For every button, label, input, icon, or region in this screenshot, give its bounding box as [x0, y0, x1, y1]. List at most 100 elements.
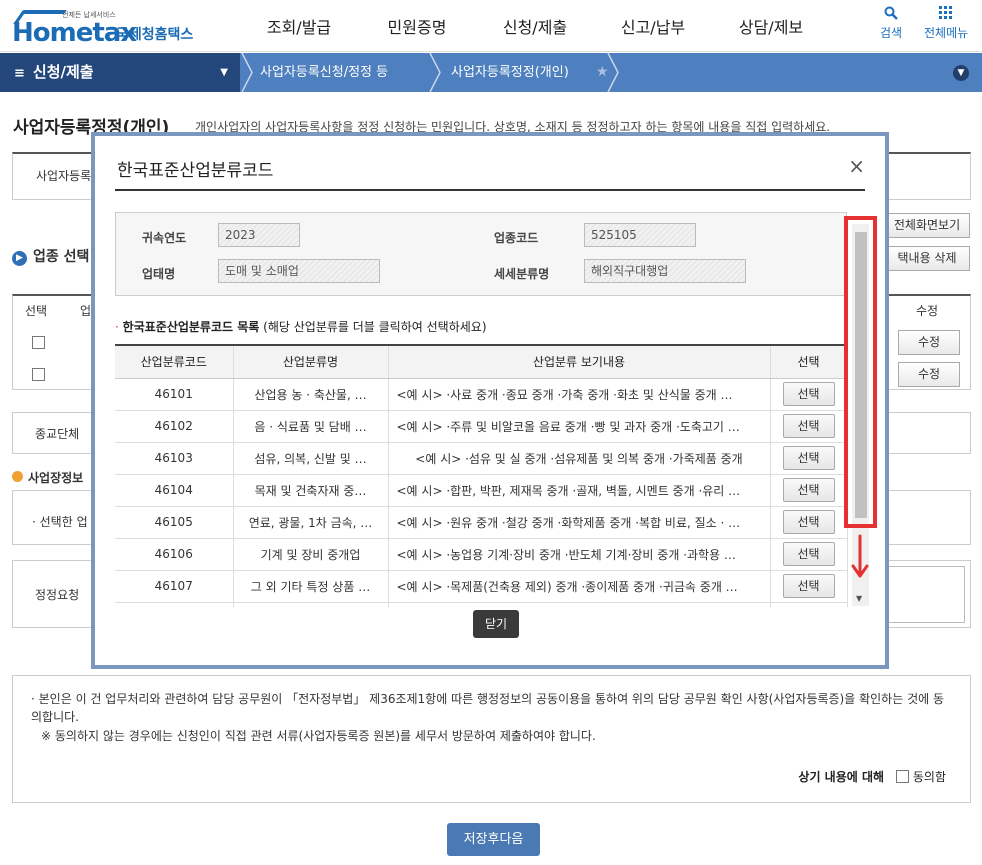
code-cell: 46103 — [115, 442, 234, 475]
all-menu-label: 전체메뉴 — [924, 26, 969, 40]
full-screen-button[interactable]: 전체화면보기 — [884, 213, 970, 238]
year-field: 2023 — [218, 223, 300, 247]
detail-cell: <예 시> ·농업용 기계·장비 중개 ·반도체 기계·장비 중개 ·과학용 … — [388, 538, 771, 571]
request-label: 정정요청 — [35, 588, 80, 602]
request-textarea[interactable] — [880, 566, 965, 623]
hometax-logo[interactable]: 언제든 납세서비스 Hometax 국세청홈택스 — [12, 6, 197, 48]
select-button[interactable]: 선택 — [782, 478, 835, 502]
row-checkbox[interactable] — [32, 368, 45, 381]
top-header: 언제든 납세서비스 Hometax 국세청홈택스 조회/발급 민원증명 신청/제… — [0, 0, 982, 52]
consent-text: · 본인은 이 건 업무처리와 관련하여 담당 공무원이 「전자정부법」 제36… — [31, 690, 951, 726]
select-button[interactable]: 선택 — [782, 510, 835, 534]
delete-selected-button[interactable]: 택내용 삭제 — [884, 246, 970, 271]
logo-agency-name: 국세청홈택스 — [116, 27, 194, 43]
code-list-title: · 한국표준산업분류코드 목록 (해당 산업분류를 더블 클릭하여 선택하세요) — [115, 318, 487, 335]
name-cell: 산업용 농 · 축산물, … — [233, 378, 389, 411]
menu-list-icon: ≡ — [14, 66, 25, 81]
industry-code-field: 525105 — [584, 223, 696, 247]
site-info-label: 사업장정보 — [28, 471, 84, 485]
name-cell: 기계 및 장비 중개업 — [233, 538, 389, 571]
code-list-title-note: (해당 산업분류를 더블 클릭하여 선택하세요) — [263, 320, 487, 334]
consent-bullet: · — [31, 692, 39, 706]
table-row[interactable]: 46106 기계 및 장비 중개업 <예 시> ·농업용 기계·장비 중개 ·반도체… — [115, 538, 848, 571]
edit-button[interactable]: 수정 — [898, 330, 960, 355]
modal-close-button[interactable]: 닫기 — [473, 610, 519, 638]
consent-statement: 본인은 이 건 업무처리와 관련하여 담당 공무원이 「전자정부법」 제36조제… — [31, 692, 945, 724]
detail-class-field: 해외직구대행업 — [584, 259, 746, 283]
code-cell: 46102 — [115, 410, 234, 443]
name-cell: 연료, 광물, 1차 금속, … — [233, 506, 389, 539]
modal-title-divider — [115, 189, 865, 191]
table-row[interactable]: 46101 산업용 농 · 축산물, … <예 시> ·사료 중개 ·종묘 중개 ·… — [115, 378, 848, 411]
search-icon — [880, 6, 902, 24]
table-row[interactable]: 46102 음 · 식료품 및 담배 … <예 시> ·주류 및 비알코올 음료 중… — [115, 410, 848, 443]
gnb-item-filing[interactable]: 신고/납부 — [594, 0, 712, 52]
save-next-button[interactable]: 저장후다음 — [447, 823, 540, 856]
name-cell: 그 외 기타 특정 상품 … — [233, 570, 389, 603]
gnb-item-inquiry[interactable]: 조회/발급 — [240, 0, 358, 52]
name-cell: 음 · 식료품 및 담배 … — [233, 410, 389, 443]
gnb-item-application[interactable]: 신청/제출 — [476, 0, 594, 52]
gnb-item-certificate[interactable]: 민원증명 — [358, 0, 476, 52]
select-button[interactable]: 선택 — [782, 414, 835, 438]
arrow-circle-icon: ▶ — [12, 251, 27, 266]
edit-button[interactable]: 수정 — [898, 362, 960, 387]
code-cell: 46107 — [115, 570, 234, 603]
select-button[interactable]: 선택 — [782, 446, 835, 470]
breadcrumb-level-2[interactable]: 사업자등록정정(개인) — [451, 53, 569, 92]
scroll-down-arrow-icon[interactable]: ▼ — [856, 594, 862, 603]
column-edit: 수정 — [916, 304, 939, 318]
table-header-row: 산업분류코드 산업분류명 산업분류 보기내용 선택 — [115, 344, 848, 379]
selected-industry-label: 선택한 업 — [39, 515, 88, 529]
bullet-circle-icon — [12, 471, 23, 482]
consent-agree-label[interactable]: 동의함 — [913, 770, 946, 784]
modal-scroll-area[interactable]: 귀속연도 2023 업종코드 525105 업태명 도매 및 소매업 세세분류명… — [115, 204, 870, 607]
consent-section: · 본인은 이 건 업무처리와 관련하여 담당 공무원이 「전자정부법」 제36… — [12, 675, 971, 803]
chevron-down-icon[interactable]: ▼ — [953, 65, 969, 81]
column-select: 선택 — [25, 304, 48, 318]
detail-cell: <예 시> ·주류 및 비알코올 음료 중개 ·빵 및 과자 중개 ·도축고기 … — [388, 410, 771, 443]
business-type-field: 도매 및 소매업 — [218, 259, 380, 283]
column-code: 산업분류코드 — [115, 344, 234, 379]
row-checkbox[interactable] — [32, 336, 45, 349]
selected-industry-text: · 선택한 업 — [32, 515, 88, 529]
column-name: 산업분류명 — [233, 344, 389, 379]
site-info-heading: 사업장정보 — [12, 469, 83, 486]
modal-title: 한국표준산업분류코드 — [117, 161, 274, 181]
select-button[interactable]: 선택 — [782, 574, 835, 598]
consent-agree-row: 상기 내용에 대해 동의함 — [798, 768, 946, 785]
search-label: 검색 — [880, 26, 903, 40]
close-icon[interactable]: × — [848, 154, 865, 178]
industry-code-table: 산업분류코드 산업분류명 산업분류 보기내용 선택 46101 산업용 농 · 축… — [115, 344, 848, 607]
grid-menu-icon — [924, 6, 968, 24]
religious-group-label: 종교단체 — [35, 427, 80, 441]
breadcrumb-level-1[interactable]: 사업자등록신청/정정 등 — [260, 53, 388, 92]
table-row[interactable]: 46103 섬유, 의복, 신발 및 … <예 시> ·섬유 및 실 중개 ·섬유제… — [115, 442, 848, 475]
name-cell: 섬유, 의복, 신발 및 … — [233, 442, 389, 475]
gnb-item-consult[interactable]: 상담/제보 — [712, 0, 830, 52]
industry-select-label: 업종 선택 — [33, 249, 90, 265]
all-menu-tool[interactable]: 전체메뉴 — [924, 6, 968, 41]
industry-select-heading: ▶ 업종 선택 — [12, 246, 89, 266]
select-button[interactable]: 선택 — [782, 382, 835, 406]
breadcrumb-separator-icon — [241, 53, 253, 92]
industry-code-label: 업종코드 — [494, 231, 539, 245]
column-select: 선택 — [770, 344, 848, 379]
table-row[interactable]: 46107 그 외 기타 특정 상품 … <예 시> ·목제품(건축용 제외) 중개… — [115, 570, 848, 603]
consent-note: ※ 동의하지 않는 경우에는 신청인이 직접 관련 서류(사업자등록증 원본)를… — [41, 729, 596, 743]
detail-cell: <예 시> ·합판, 박판, 제재목 중개 ·골재, 벽돌, 시멘트 중개 ·유… — [388, 474, 771, 507]
breadcrumb-current-label: 신청/제출 — [32, 63, 94, 81]
red-down-arrow-icon — [851, 534, 869, 578]
breadcrumb-current-menu[interactable]: ≡ 신청/제출 ▼ — [0, 53, 240, 92]
table-row[interactable]: 46104 목재 및 건축자재 중… <예 시> ·합판, 박판, 제재목 중개 ·… — [115, 474, 848, 507]
consent-checkbox[interactable] — [895, 770, 909, 783]
detail-class-label: 세세분류명 — [494, 267, 550, 281]
code-cell: 46105 — [115, 506, 234, 539]
search-tool[interactable]: 검색 — [880, 6, 902, 41]
table-row[interactable]: 46105 연료, 광물, 1차 금속, … <예 시> ·원유 중개 ·철강 중개… — [115, 506, 848, 539]
select-button[interactable]: 선택 — [782, 542, 835, 566]
detail-cell: <예 시> ·사료 중개 ·종묘 중개 ·가축 중개 ·화초 및 산식물 중개 … — [388, 378, 771, 411]
list-bullet: · — [115, 320, 119, 334]
industry-code-modal: 한국표준산업분류코드 × 귀속연도 2023 업종코드 525105 업태명 도… — [91, 132, 889, 669]
table-row[interactable] — [115, 602, 848, 607]
